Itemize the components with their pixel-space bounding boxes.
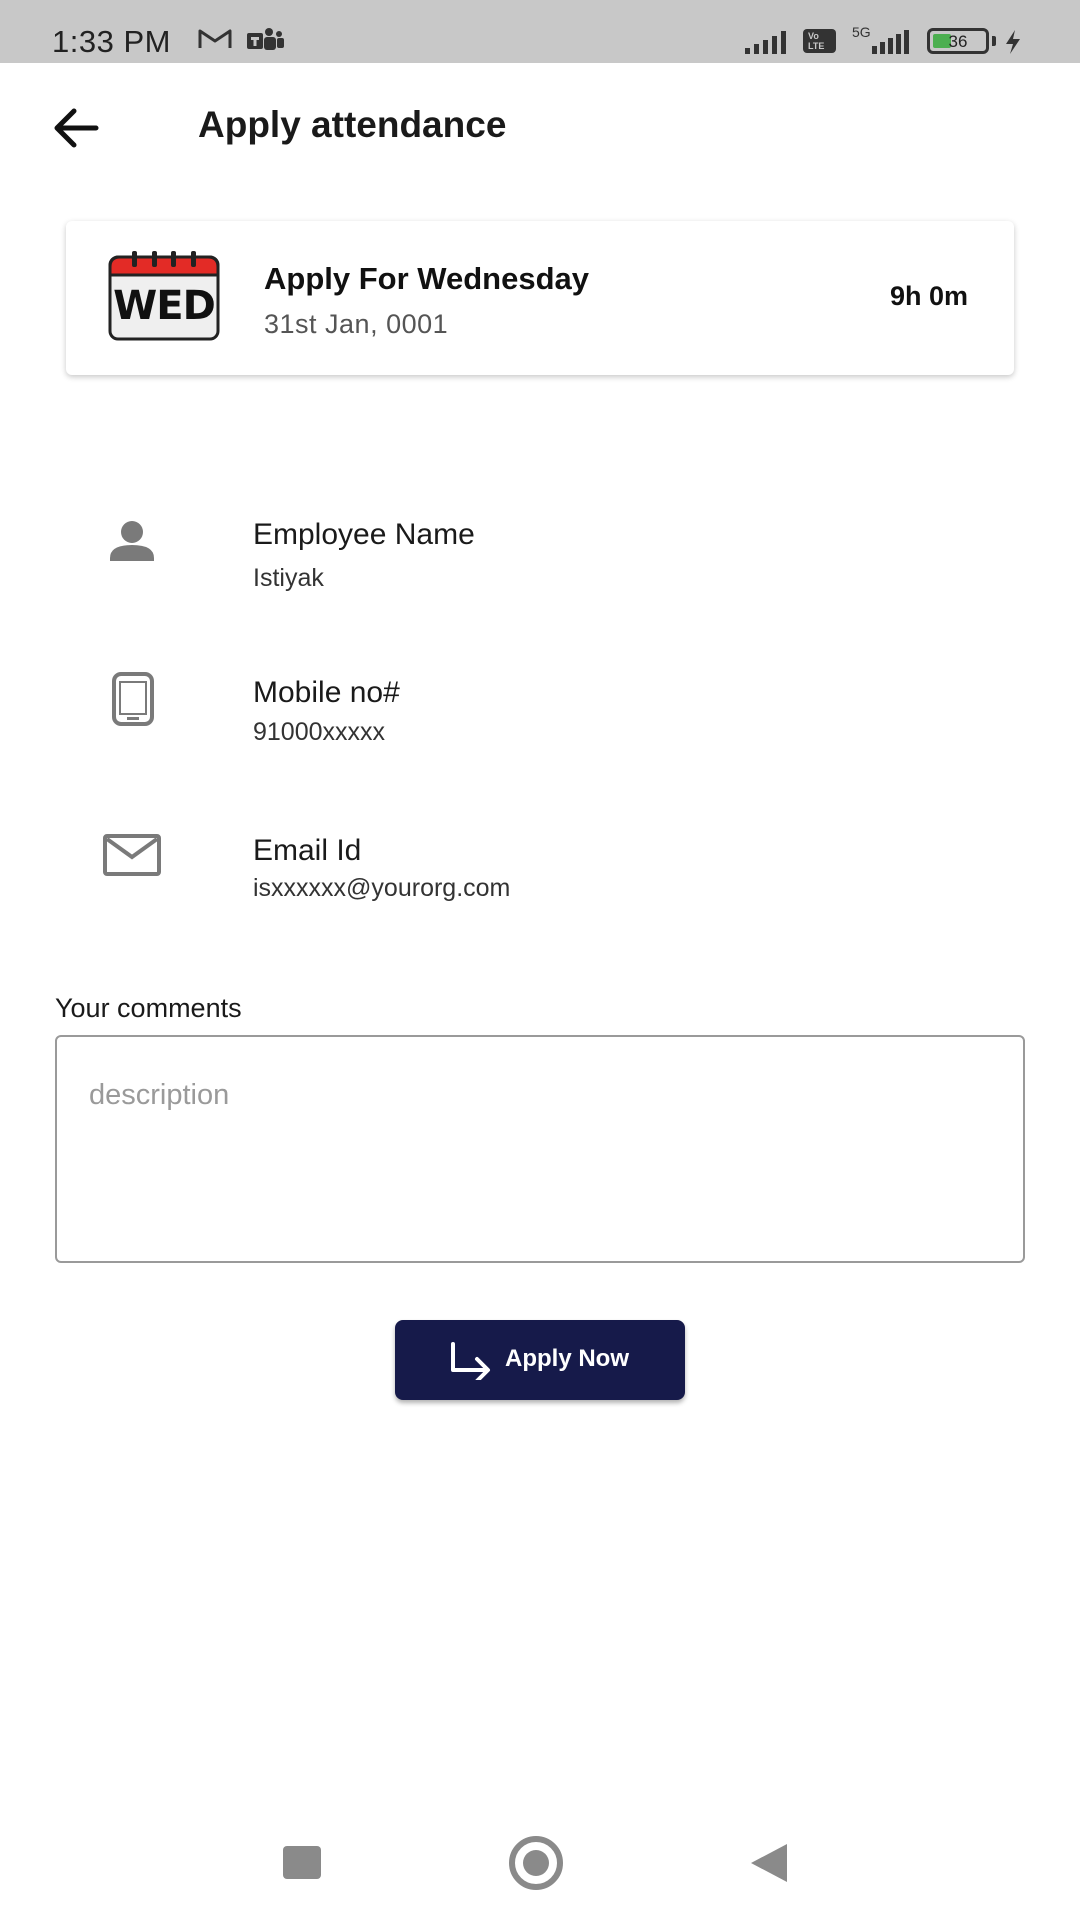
- status-time: 1:33 PM: [52, 24, 171, 59]
- battery-level: 36: [948, 32, 968, 51]
- card-title: Apply For Wednesday: [264, 261, 589, 296]
- calendar-icon: WED: [108, 251, 220, 341]
- employee-name-row: Employee Name Istiyak: [0, 512, 1080, 622]
- page-title: Apply attendance: [198, 104, 507, 145]
- signal-icon: [745, 30, 793, 59]
- network-type: 5G: [852, 24, 871, 40]
- mobile-label: Mobile no#: [253, 676, 400, 709]
- status-bar: 1:33 PM Vo LTE 5G 36: [0, 0, 1080, 63]
- arrow-turn-right-icon: [447, 1342, 493, 1383]
- calendar-day-label: WED: [113, 283, 216, 329]
- phone-icon: [100, 670, 164, 734]
- mail-icon: [100, 824, 164, 888]
- home-button[interactable]: [501, 1830, 571, 1900]
- person-icon: [100, 514, 164, 578]
- back-button[interactable]: [50, 100, 106, 156]
- email-row: Email Id isxxxxxx@yourorg.com: [0, 824, 1080, 934]
- triangle-back-icon: [751, 1844, 787, 1882]
- battery-tip: [992, 36, 996, 46]
- email-label: Email Id: [253, 834, 362, 867]
- arrow-left-icon: [54, 108, 99, 148]
- day-card[interactable]: WED Apply For Wednesday 31st Jan, 0001 9…: [66, 221, 1014, 375]
- employee-name-value: Istiyak: [253, 564, 324, 592]
- employee-name-label: Employee Name: [253, 518, 475, 551]
- battery-icon: 36: [927, 28, 989, 54]
- comments-input[interactable]: [55, 1035, 1025, 1263]
- recents-button[interactable]: [268, 1830, 338, 1900]
- card-hours: 9h 0m: [889, 281, 968, 311]
- comments-label: Your comments: [55, 993, 242, 1023]
- system-nav-bar: [0, 1820, 1080, 1920]
- mobile-row: Mobile no# 91000xxxxx: [0, 666, 1080, 776]
- volte-icon: Vo LTE: [803, 29, 836, 53]
- apply-now-label: Apply Now: [505, 1345, 629, 1372]
- mobile-value: 91000xxxxx: [253, 718, 386, 746]
- gmail-icon: [198, 28, 232, 55]
- apply-now-button[interactable]: Apply Now: [395, 1320, 685, 1400]
- teams-icon: [245, 27, 285, 58]
- square-icon: [283, 1846, 321, 1879]
- charging-icon: [1003, 29, 1023, 60]
- nav-back-button[interactable]: [735, 1830, 805, 1900]
- circle-icon: [509, 1836, 563, 1890]
- signal-5g-icon: [872, 30, 912, 59]
- email-value: isxxxxxx@yourorg.com: [253, 874, 511, 902]
- card-date: 31st Jan, 0001: [264, 309, 449, 339]
